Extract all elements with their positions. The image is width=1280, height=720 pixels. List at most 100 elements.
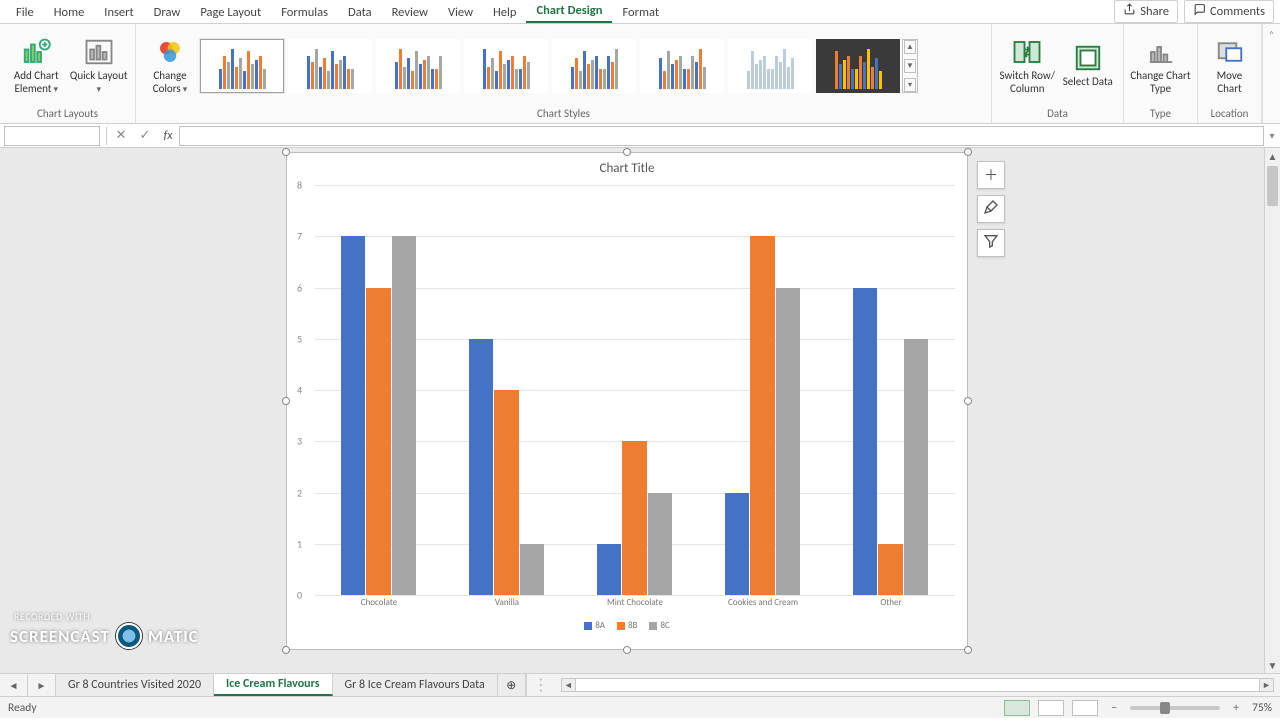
zoom-slider[interactable] (1130, 706, 1220, 710)
sheet-tab-2[interactable]: Ice Cream Flavours (214, 674, 332, 696)
sheet-nav-prev[interactable]: ◄ (0, 674, 28, 696)
bar-8C-Other[interactable] (904, 339, 928, 595)
hscroll-left-button[interactable]: ◄ (562, 679, 576, 691)
bar-8A-Vanilla[interactable] (469, 339, 493, 595)
vertical-scrollbar[interactable]: ▲ ▼ (1264, 148, 1280, 673)
view-normal-button[interactable] (1004, 700, 1030, 716)
scroll-up-button[interactable]: ▲ (1265, 148, 1280, 164)
cancel-formula-button[interactable]: ✕ (109, 128, 133, 143)
horizontal-scrollbar[interactable]: ◄ ► (561, 678, 1274, 692)
bar-8B-Other[interactable] (878, 544, 902, 595)
sheet-nav-next[interactable]: ► (28, 674, 56, 696)
chart-styles-gallery (200, 39, 900, 93)
select-data-button[interactable]: Select Data (1059, 42, 1118, 89)
bar-8C-Cookies-and-Cream[interactable] (776, 288, 800, 596)
bar-8B-Chocolate[interactable] (366, 288, 390, 596)
chart-style-thumb-2[interactable] (288, 39, 372, 93)
add-chart-element-button[interactable]: Add Chart Element (6, 36, 67, 95)
hscroll-right-button[interactable]: ► (1259, 679, 1273, 691)
bar-8A-Cookies-and-Cream[interactable] (725, 493, 749, 596)
zoom-level[interactable]: 75% (1252, 701, 1272, 715)
bar-8A-Mint-Chocolate[interactable] (597, 544, 621, 595)
legend-item-8A[interactable]: 8A (584, 620, 605, 631)
fx-icon[interactable]: fx (157, 129, 179, 143)
chart-object[interactable]: ＋ Chart Title 012345678 ChocolateVanilla… (286, 152, 968, 650)
resize-handle-se[interactable] (964, 646, 972, 654)
chart-styles-button[interactable] (977, 195, 1005, 223)
switch-row-column-button[interactable]: Switch Row/ Column (998, 36, 1057, 95)
scroll-thumb[interactable] (1267, 166, 1278, 206)
share-button[interactable]: Share (1114, 0, 1178, 23)
new-sheet-button[interactable]: ⊕ (498, 674, 526, 696)
tab-insert[interactable]: Insert (94, 2, 143, 23)
chart-style-thumb-1[interactable] (200, 39, 284, 93)
resize-handle-ne[interactable] (964, 148, 972, 156)
chart-legend[interactable]: 8A 8B 8C (287, 620, 967, 631)
zoom-thumb[interactable] (1160, 702, 1170, 714)
sheet-tab-1[interactable]: Gr 8 Countries Visited 2020 (56, 674, 214, 696)
styles-up-button[interactable]: ▲ (904, 40, 916, 54)
tab-draw[interactable]: Draw (144, 2, 191, 23)
resize-handle-sw[interactable] (282, 646, 290, 654)
worksheet-area[interactable]: ▲ ▼ ＋ Chart Title 012345678 ChocolateVan… (0, 148, 1280, 673)
view-page-break-button[interactable] (1072, 700, 1098, 716)
tab-file[interactable]: File (6, 2, 44, 23)
resize-handle-w[interactable] (282, 397, 290, 405)
styles-more-button[interactable]: ▾ (904, 78, 916, 92)
plot-area[interactable]: 012345678 (315, 185, 955, 595)
comments-button[interactable]: Comments (1184, 0, 1274, 23)
bar-8B-Mint-Chocolate[interactable] (622, 441, 646, 595)
sheet-tab-3[interactable]: Gr 8 Ice Cream Flavours Data (333, 674, 498, 696)
name-box[interactable] (4, 126, 100, 146)
chart-filters-button[interactable] (977, 229, 1005, 257)
tab-review[interactable]: Review (382, 2, 438, 23)
tab-formulas[interactable]: Formulas (271, 2, 338, 23)
resize-handle-nw[interactable] (282, 148, 290, 156)
enter-formula-button[interactable]: ✓ (133, 128, 157, 143)
chart-style-thumb-4[interactable] (464, 39, 548, 93)
bar-8C-Vanilla[interactable] (520, 544, 544, 595)
zoom-in-button[interactable]: + (1228, 701, 1244, 715)
tab-page-layout[interactable]: Page Layout (190, 2, 271, 23)
legend-item-8C[interactable]: 8C (649, 620, 669, 631)
tab-home[interactable]: Home (44, 2, 95, 23)
tab-chart-design[interactable]: Chart Design (526, 0, 612, 23)
chart-elements-button[interactable]: ＋ (977, 161, 1005, 189)
styles-down-button[interactable]: ▼ (904, 59, 916, 73)
zoom-out-button[interactable]: − (1106, 701, 1122, 715)
drag-handle-icon[interactable]: ⋮ (527, 675, 555, 695)
change-chart-type-button[interactable]: Change Chart Type (1130, 36, 1191, 95)
chart-style-thumb-7[interactable] (728, 39, 812, 93)
ribbon-tabs: File Home Insert Draw Page Layout Formul… (0, 0, 1280, 24)
tab-data[interactable]: Data (338, 2, 382, 23)
change-colors-button[interactable]: Change Colors (142, 36, 198, 95)
plus-circle-icon: ⊕ (506, 678, 516, 693)
formula-input[interactable] (179, 126, 1264, 146)
legend-swatch (584, 622, 592, 630)
legend-item-8B[interactable]: 8B (617, 620, 637, 631)
bar-8C-Chocolate[interactable] (392, 236, 416, 595)
bar-8B-Vanilla[interactable] (494, 390, 518, 595)
bar-8B-Cookies-and-Cream[interactable] (750, 236, 774, 595)
chart-style-thumb-6[interactable] (640, 39, 724, 93)
tab-help[interactable]: Help (483, 2, 526, 23)
collapse-ribbon-button[interactable]: ˄ (1262, 24, 1280, 123)
chart-style-thumb-5[interactable] (552, 39, 636, 93)
tab-view[interactable]: View (438, 2, 483, 23)
view-page-layout-button[interactable] (1038, 700, 1064, 716)
y-tick-label: 2 (297, 486, 302, 499)
expand-formula-bar-button[interactable]: ▾ (1264, 129, 1280, 142)
chart-style-thumb-8[interactable] (816, 39, 900, 93)
bar-8A-Other[interactable] (853, 288, 877, 596)
bar-8A-Chocolate[interactable] (341, 236, 365, 595)
resize-handle-s[interactable] (623, 646, 631, 654)
chart-style-thumb-3[interactable] (376, 39, 460, 93)
bar-8C-Mint-Chocolate[interactable] (648, 493, 672, 596)
scroll-down-button[interactable]: ▼ (1265, 657, 1280, 673)
resize-handle-e[interactable] (964, 397, 972, 405)
resize-handle-n[interactable] (623, 148, 631, 156)
chart-title[interactable]: Chart Title (287, 153, 967, 180)
quick-layout-button[interactable]: Quick Layout (69, 36, 130, 95)
tab-format[interactable]: Format (612, 2, 669, 23)
move-chart-button[interactable]: Move Chart (1204, 36, 1255, 95)
